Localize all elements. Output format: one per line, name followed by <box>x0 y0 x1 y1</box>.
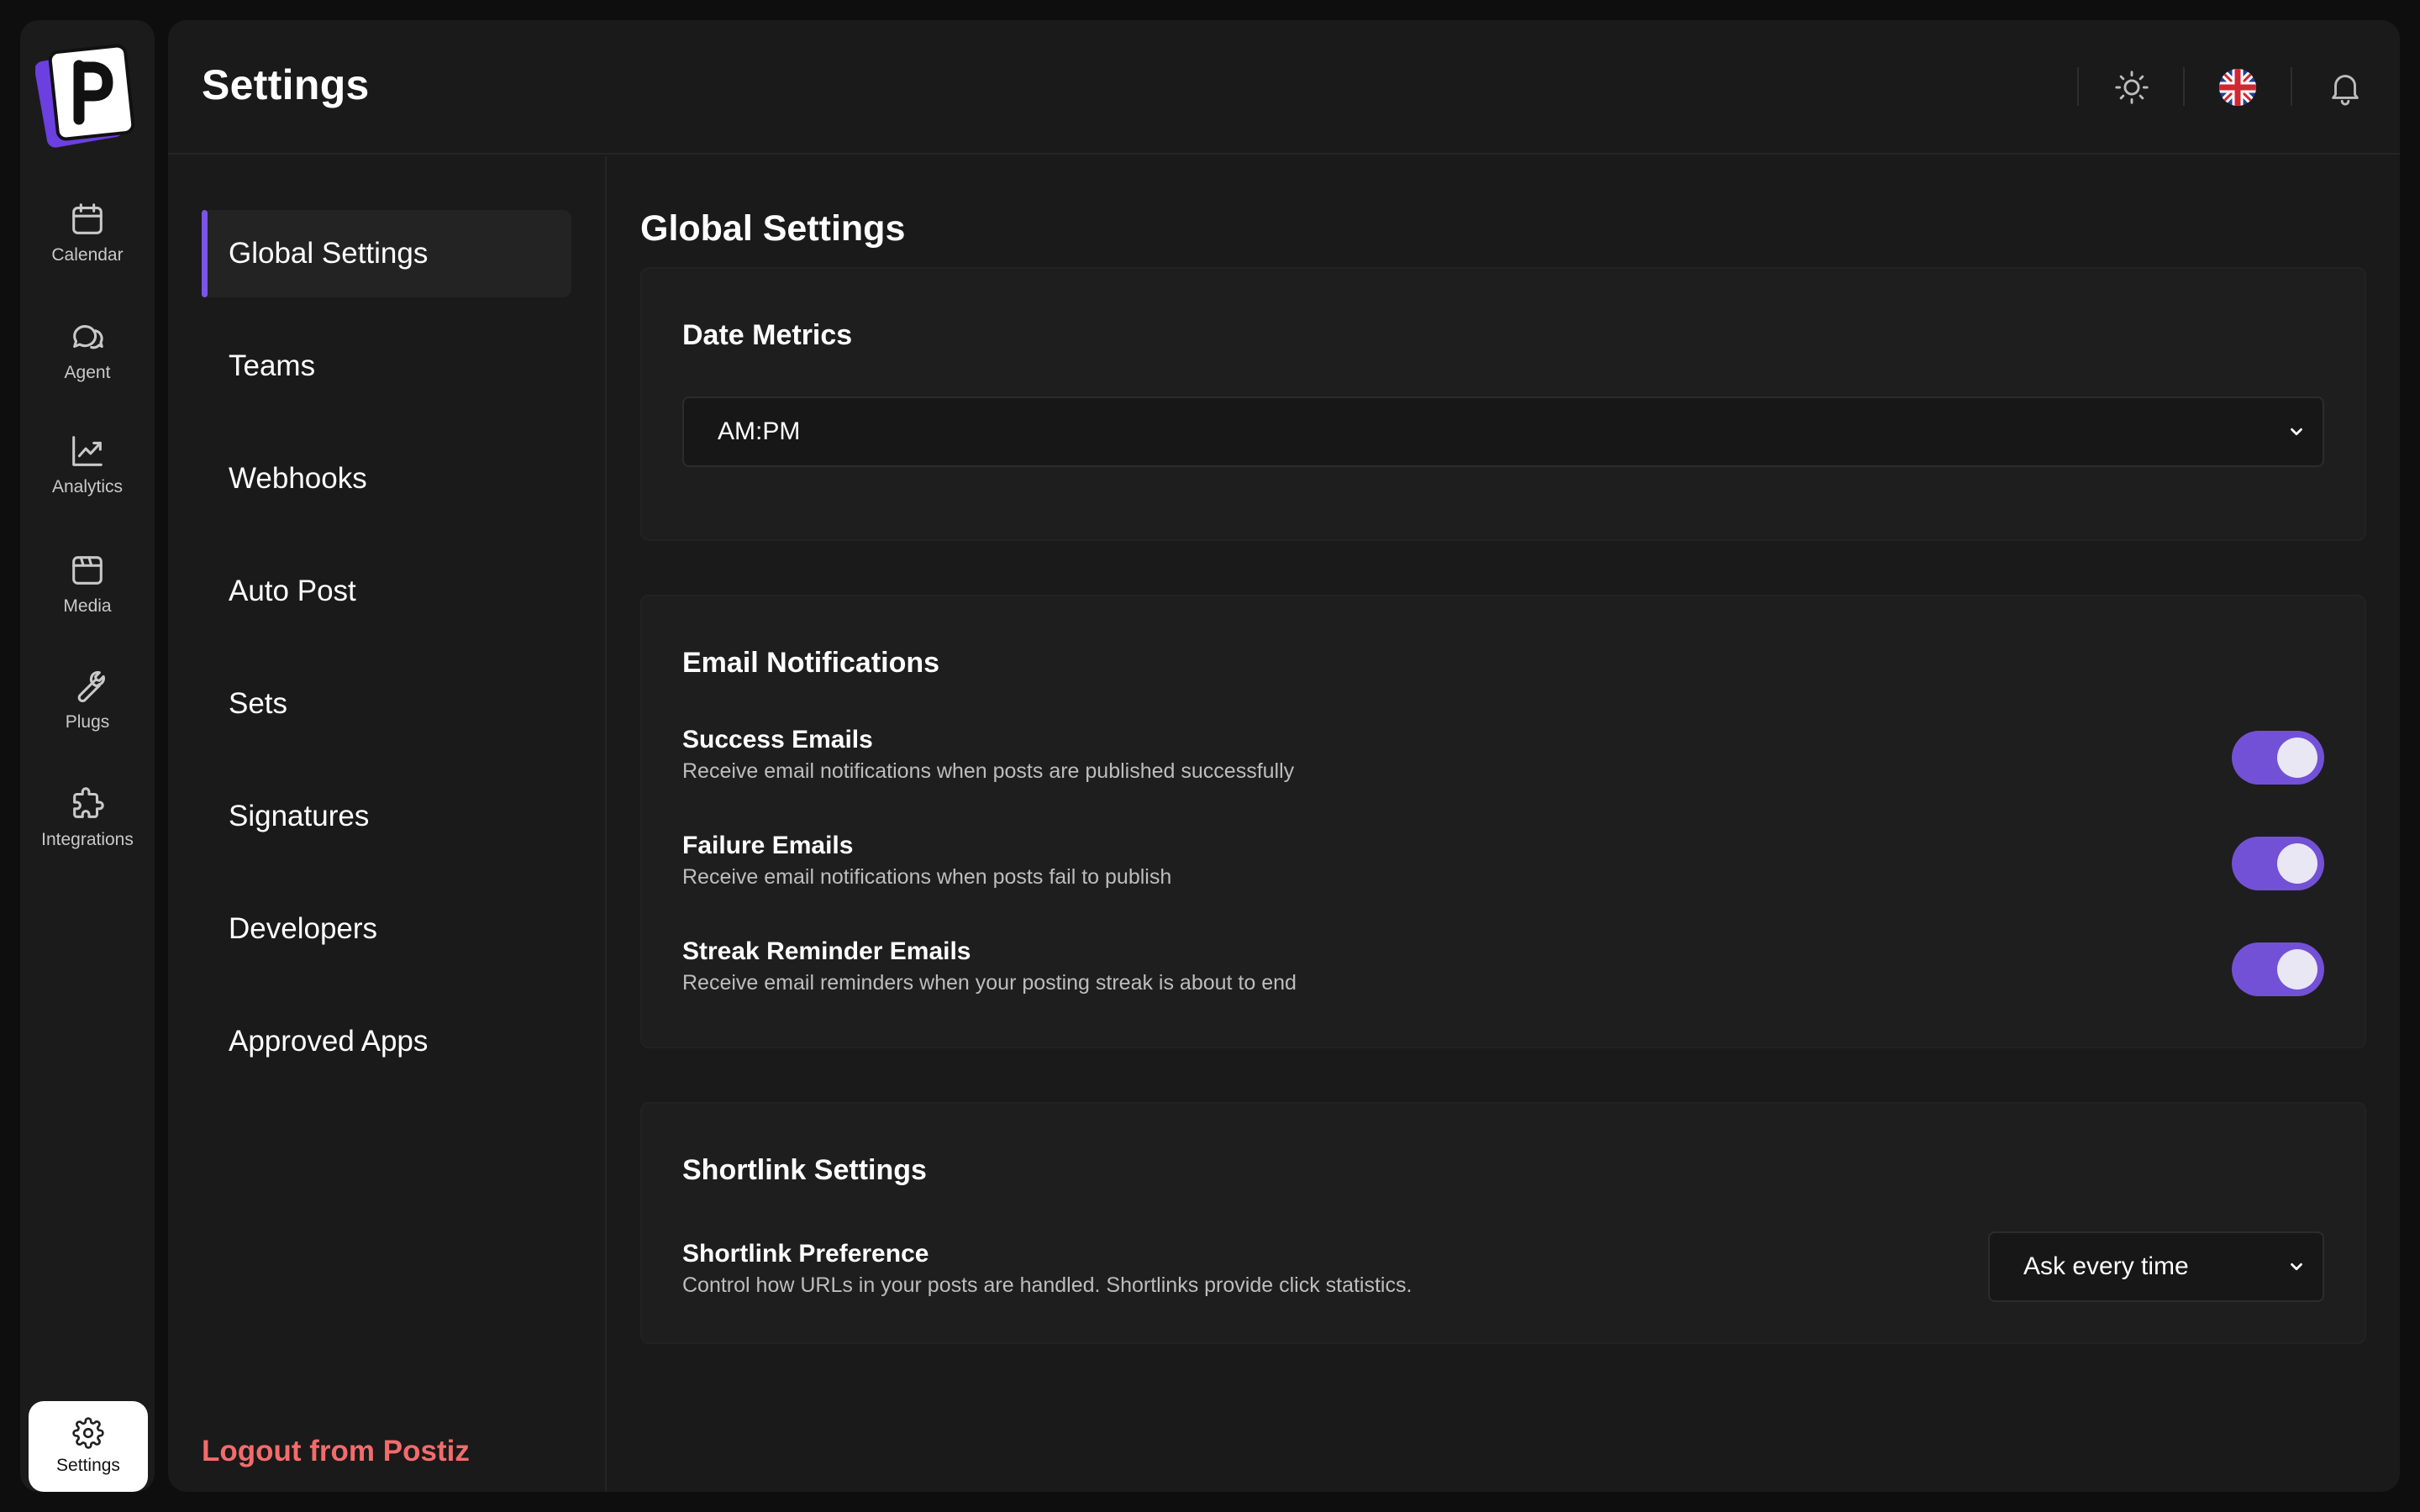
toggle-knob <box>2277 738 2317 778</box>
divider <box>2291 67 2292 106</box>
subnav-label: Sets <box>229 687 288 720</box>
notifications-button[interactable] <box>2324 66 2366 108</box>
divider <box>2183 67 2185 106</box>
rail-item-plugs[interactable]: Plugs <box>20 667 155 759</box>
subnav-label: Webhooks <box>229 462 367 495</box>
row-title: Failure Emails <box>682 832 854 859</box>
rail-label: Plugs <box>65 712 110 732</box>
row-description: Receive email reminders when your postin… <box>682 971 1297 995</box>
sun-icon <box>2115 71 2149 104</box>
row-title: Streak Reminder Emails <box>682 937 971 965</box>
rail-label: Integrations <box>41 830 134 849</box>
rail-label: Media <box>63 596 112 616</box>
select-value: AM:PM <box>718 417 801 445</box>
card-title: Shortlink Settings <box>682 1154 927 1186</box>
calendar-icon <box>72 203 103 234</box>
postiz-logo[interactable] <box>34 37 139 155</box>
card-title: Email Notifications <box>682 647 940 679</box>
rail-item-media[interactable]: Media <box>20 551 155 643</box>
select-value: Ask every time <box>2023 1252 2189 1280</box>
shortlink-settings-card: Shortlink Settings Shortlink Preference … <box>640 1102 2366 1344</box>
chevron-down-icon <box>2291 428 2302 436</box>
subnav-item-global-settings[interactable]: Global Settings <box>202 210 571 297</box>
subnav-item-teams[interactable]: Teams <box>202 323 571 410</box>
main-panel: Settings Global Settings Teams Webhooks … <box>168 20 2400 1492</box>
subnav-item-developers[interactable]: Developers <box>202 885 571 973</box>
chat-icon <box>73 325 103 349</box>
subnav-item-sets[interactable]: Sets <box>202 660 571 748</box>
toggle-knob <box>2277 949 2317 990</box>
uk-flag-icon <box>2219 69 2256 106</box>
theme-toggle-button[interactable] <box>2111 66 2153 108</box>
row-description: Receive email notifications when posts f… <box>682 865 1172 889</box>
subnav-label: Auto Post <box>229 575 356 607</box>
toggle-knob <box>2277 843 2317 884</box>
failure-emails-toggle[interactable] <box>2232 837 2324 890</box>
language-button[interactable] <box>2217 66 2259 108</box>
rail-item-settings[interactable]: Settings <box>29 1401 148 1492</box>
chart-icon <box>72 436 103 466</box>
email-notifications-card: Email Notifications Success Emails Recei… <box>640 595 2366 1048</box>
success-emails-toggle[interactable] <box>2232 731 2324 785</box>
subnav-item-approved-apps[interactable]: Approved Apps <box>202 998 571 1085</box>
settings-subnav: Global Settings Teams Webhooks Auto Post… <box>168 156 607 1492</box>
top-bar: Settings <box>168 20 2400 155</box>
puzzle-icon <box>73 787 104 818</box>
subnav-item-auto-post[interactable]: Auto Post <box>202 548 571 635</box>
row-description: Control how URLs in your posts are handl… <box>682 1273 1413 1297</box>
subnav-item-webhooks[interactable]: Webhooks <box>202 435 571 522</box>
rail-label: Calendar <box>51 245 124 265</box>
subnav-label: Global Settings <box>229 237 429 270</box>
row-description: Receive email notifications when posts a… <box>682 759 1295 783</box>
subnav-item-signatures[interactable]: Signatures <box>202 773 571 860</box>
chevron-down-icon <box>2291 1263 2302 1271</box>
rail-item-calendar[interactable]: Calendar <box>20 200 155 292</box>
subnav-label: Developers <box>229 912 378 945</box>
gear-icon <box>72 1417 104 1449</box>
row-title: Success Emails <box>682 726 873 753</box>
row-title: Shortlink Preference <box>682 1240 929 1268</box>
wrench-icon <box>77 670 105 702</box>
bell-icon <box>2332 75 2359 106</box>
subnav-label: Approved Apps <box>229 1025 429 1058</box>
date-metrics-card: Date Metrics AM:PM <box>640 267 2366 541</box>
rail-item-analytics[interactable]: Analytics <box>20 432 155 524</box>
rail-label: Settings <box>56 1456 120 1475</box>
left-rail: Calendar Agent Analytics Media Plugs Int… <box>20 20 155 1492</box>
subnav-label: Signatures <box>229 800 370 832</box>
streak-reminder-emails-toggle[interactable] <box>2232 942 2324 996</box>
rail-item-integrations[interactable]: Integrations <box>20 785 155 877</box>
rail-label: Analytics <box>51 477 124 496</box>
rail-item-agent[interactable]: Agent <box>20 318 155 410</box>
logout-button[interactable]: Logout from Postiz <box>202 1435 470 1468</box>
page-title: Settings <box>202 61 370 108</box>
divider <box>2077 67 2079 106</box>
rail-label: Agent <box>64 363 111 382</box>
date-format-select[interactable]: AM:PM <box>682 396 2324 467</box>
subnav-label: Teams <box>229 349 316 382</box>
section-title: Global Settings <box>640 208 906 249</box>
media-icon <box>72 556 103 585</box>
card-title: Date Metrics <box>682 319 853 351</box>
shortlink-preference-select[interactable]: Ask every time <box>1988 1231 2324 1302</box>
